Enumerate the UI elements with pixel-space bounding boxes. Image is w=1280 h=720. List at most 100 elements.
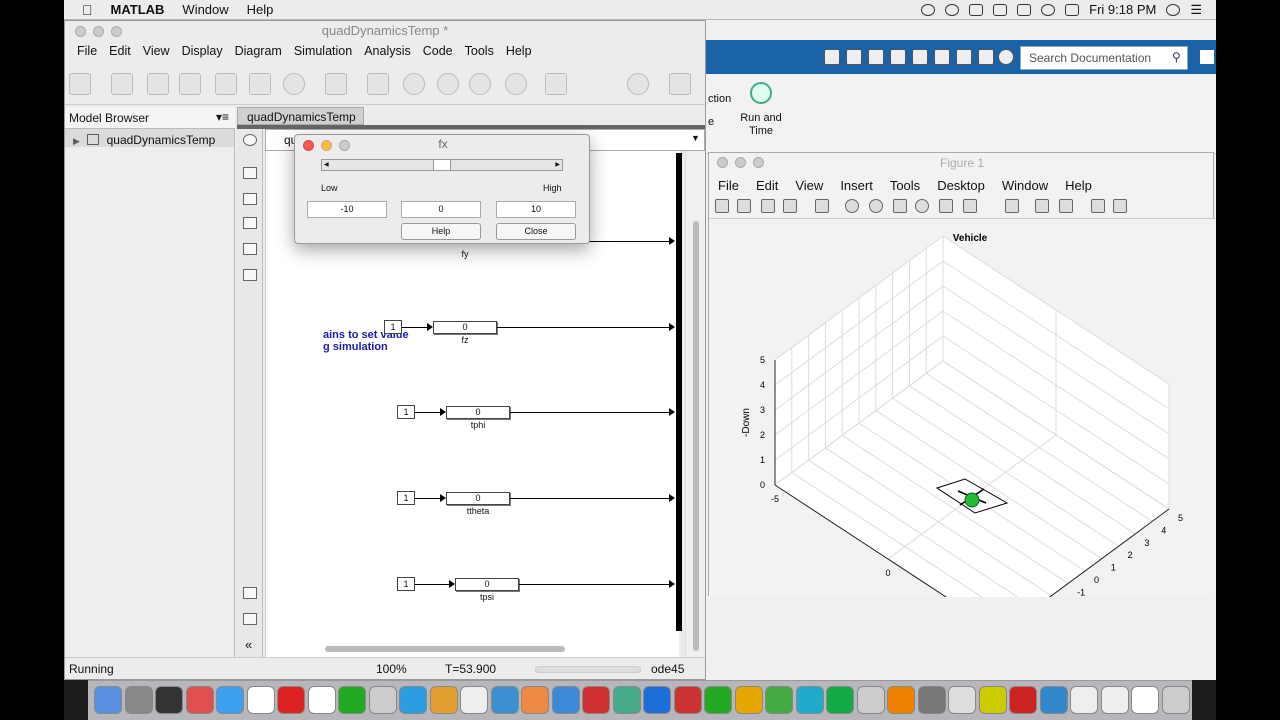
model-browser-menu-icon[interactable]: ▾≡: [216, 110, 229, 124]
zoom-in-icon[interactable]: [243, 167, 257, 179]
menubar-window[interactable]: Window: [182, 2, 228, 17]
dock-trash-icon[interactable]: [1161, 686, 1190, 714]
legend-icon[interactable]: [1059, 199, 1073, 213]
dock-itunes-icon[interactable]: [521, 686, 549, 714]
search-documentation-input[interactable]: Search Documentation: [1020, 46, 1188, 70]
pointer-icon[interactable]: [815, 199, 829, 213]
print-icon[interactable]: [783, 199, 797, 213]
fig-menu-tools[interactable]: Tools: [890, 178, 920, 193]
value-slider[interactable]: ◀ ▶: [321, 159, 563, 171]
stop-icon[interactable]: [505, 73, 527, 95]
fig-menu-view[interactable]: View: [795, 178, 823, 193]
brush-icon[interactable]: [963, 199, 977, 213]
menu-tools[interactable]: Tools: [465, 44, 494, 58]
fig-menu-insert[interactable]: Insert: [840, 178, 873, 193]
dock-contacts-icon[interactable]: [246, 686, 275, 714]
airplay-icon[interactable]: [1017, 3, 1032, 16]
model-explorer-icon[interactable]: [325, 73, 347, 95]
dock-app-store-icon[interactable]: [551, 686, 580, 714]
dock-word-icon[interactable]: [673, 686, 702, 714]
pan-icon[interactable]: [893, 199, 907, 213]
save-figure-icon[interactable]: [761, 199, 775, 213]
help-button[interactable]: Help: [401, 223, 481, 240]
menu-analysis[interactable]: Analysis: [364, 44, 411, 58]
image-icon[interactable]: [243, 269, 257, 281]
constant-block[interactable]: 1: [397, 491, 415, 505]
dock-keynote-icon[interactable]: [490, 686, 519, 714]
tab-model[interactable]: quadDynamicsTemp: [237, 107, 364, 125]
annotation-icon[interactable]: [243, 243, 257, 255]
vertical-scrollbar[interactable]: [685, 151, 705, 657]
fit-to-view-icon[interactable]: [243, 193, 257, 205]
fig-menu-desktop[interactable]: Desktop: [937, 178, 985, 193]
dock-matlab-icon[interactable]: [887, 686, 915, 714]
camera-icon[interactable]: [243, 587, 257, 599]
dock-stickies-icon[interactable]: [612, 686, 641, 714]
copy-icon[interactable]: [890, 49, 906, 65]
dock-evernote-icon[interactable]: [338, 686, 366, 714]
library-browser-icon[interactable]: [249, 73, 271, 95]
dock-lync-icon[interactable]: [795, 686, 824, 714]
save-icon[interactable]: [846, 49, 862, 65]
dock-powerpoint-icon[interactable]: [704, 686, 732, 714]
address-dropdown-icon[interactable]: ▼: [691, 133, 700, 143]
slider-gain-block[interactable]: 0: [446, 492, 510, 505]
dock-texlive-icon[interactable]: [948, 686, 976, 714]
dock-safari-icon[interactable]: [216, 686, 244, 714]
step-forward-icon[interactable]: [469, 73, 491, 95]
hide-plot-tools-icon[interactable]: [1091, 199, 1105, 213]
dock-skype-icon[interactable]: [399, 686, 427, 714]
slider-gain-block[interactable]: 0: [446, 406, 510, 419]
menu-view[interactable]: View: [143, 44, 170, 58]
redo-icon[interactable]: [956, 49, 972, 65]
search-icon[interactable]: ⚲: [1172, 50, 1181, 64]
open-file-icon[interactable]: [737, 199, 751, 213]
dock-system-prefs-icon[interactable]: [582, 686, 610, 714]
doc-tool-icon[interactable]: [824, 49, 840, 65]
close-button[interactable]: Close: [496, 223, 576, 240]
fig-menu-help[interactable]: Help: [1065, 178, 1092, 193]
evernote-icon[interactable]: [969, 3, 984, 16]
slider-right-arrow[interactable]: ▶: [555, 161, 560, 168]
menubar-help[interactable]: Help: [247, 2, 274, 17]
paste-icon[interactable]: [912, 49, 928, 65]
dock-app-store-old-icon[interactable]: [185, 686, 214, 714]
build-icon[interactable]: [669, 73, 691, 95]
model-advisor-icon[interactable]: [627, 73, 649, 95]
dock-onenote-icon[interactable]: [826, 686, 854, 714]
dock-scripts-icon[interactable]: [429, 686, 458, 714]
dock-downloads-icon[interactable]: [1131, 686, 1159, 714]
dock-outlook-icon[interactable]: [765, 686, 793, 714]
forward-icon[interactable]: [179, 73, 201, 95]
dock-docs-icon[interactable]: [1100, 686, 1129, 714]
menu-diagram[interactable]: Diagram: [235, 44, 282, 58]
vertical-scroll-thumb[interactable]: [693, 221, 699, 651]
zoom-in-icon[interactable]: [845, 199, 859, 213]
data-inspector-icon[interactable]: [545, 73, 567, 95]
dock-textedit-icon[interactable]: [368, 686, 397, 714]
current-value-input[interactable]: 0: [401, 201, 481, 218]
wifi-icon[interactable]: [1041, 3, 1056, 16]
arrow-icon[interactable]: [243, 217, 257, 229]
plot-area[interactable]: -505-5-4-3-2-1012345012345EastNorth-Down…: [709, 219, 1215, 652]
menu-display[interactable]: Display: [182, 44, 223, 58]
dock-quicktime-icon[interactable]: [1039, 686, 1068, 714]
cut-icon[interactable]: [868, 49, 884, 65]
dock-finder-icon[interactable]: [94, 686, 122, 714]
dock-dropbox-icon[interactable]: [643, 686, 671, 714]
new-figure-icon[interactable]: [715, 199, 729, 213]
dock-folder-icon[interactable]: [1070, 686, 1098, 714]
dock-calendar-icon[interactable]: [277, 686, 305, 714]
run-icon[interactable]: [403, 73, 425, 95]
dock-activity-monitor-icon[interactable]: [155, 686, 183, 714]
dock-preview-icon[interactable]: [307, 686, 336, 714]
apple-icon[interactable]: : [82, 2, 93, 18]
menu-file[interactable]: File: [77, 44, 97, 58]
vehicle-3d-plot[interactable]: -505-5-4-3-2-1012345012345EastNorth-Down…: [709, 219, 1215, 652]
switch-windows-icon[interactable]: [978, 49, 994, 65]
show-plot-tools-icon[interactable]: [1113, 199, 1127, 213]
hide-show-browser-icon[interactable]: [243, 134, 257, 146]
dock-launchpad-icon[interactable]: [124, 686, 153, 714]
new-model-icon[interactable]: [69, 73, 91, 95]
dock-aquamacs-icon[interactable]: [856, 686, 885, 714]
